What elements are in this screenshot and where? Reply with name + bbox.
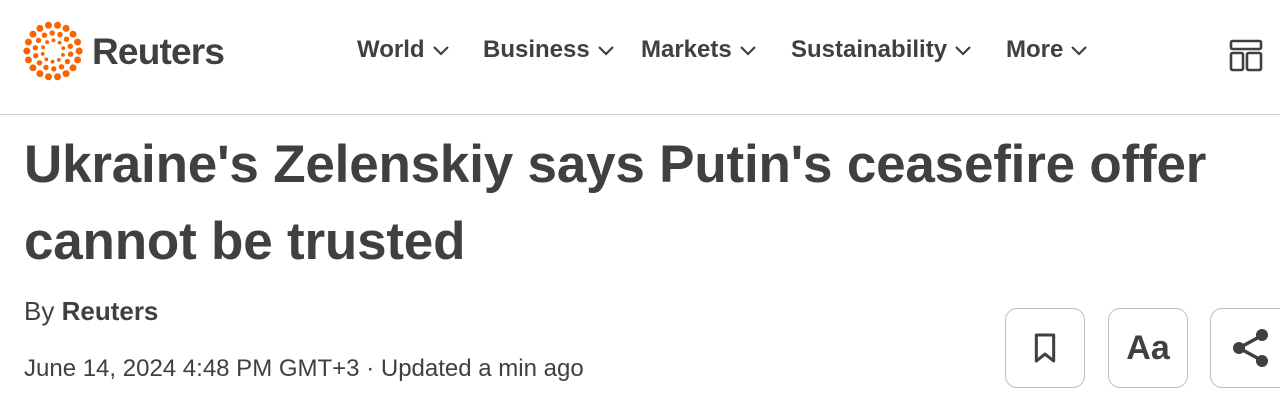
logo-dot (61, 52, 65, 57)
logo-dot (54, 21, 62, 29)
logo-dot (36, 24, 44, 32)
logo-dot (56, 57, 61, 62)
logo-dot (69, 30, 77, 38)
logo-dot (51, 66, 57, 72)
nav-item-label: Markets (641, 36, 732, 63)
site-header: Reuters World Business Markets Sustainab… (0, 0, 1280, 115)
reuters-logo-icon (23, 21, 83, 81)
logo-dot (44, 21, 52, 29)
logo-dot (57, 40, 62, 45)
logo-dot (45, 40, 50, 45)
logo-dot (61, 46, 66, 51)
text-size-label: Aa (1126, 328, 1170, 367)
nav-item-label: Business (483, 36, 590, 63)
nav-item-label: World (357, 36, 425, 63)
logo-dot (44, 57, 49, 62)
nav-item-more[interactable]: More (1006, 36, 1088, 64)
logo-dot (44, 73, 52, 81)
nav-item-business[interactable]: Business (483, 36, 615, 64)
nav-item-label: More (1006, 36, 1064, 63)
article-headline: Ukraine's Zelenskiy says Putin's ceasefi… (24, 135, 1207, 271)
brand-name: Reuters (92, 30, 225, 72)
reuters-logo[interactable]: Reuters (22, 20, 225, 82)
nav-item-world[interactable]: World (357, 36, 450, 64)
share-button[interactable] (1210, 308, 1280, 388)
logo-dot (51, 38, 56, 43)
nav-item-label: Sustainability (791, 36, 948, 63)
chevron-down-icon (432, 46, 449, 56)
logo-dot (41, 32, 48, 38)
byline-prefix: By (24, 296, 55, 326)
logo-dot (24, 56, 32, 64)
nav-item-markets[interactable]: Markets (641, 36, 757, 64)
logo-dot (62, 70, 70, 78)
logo-dot (33, 53, 39, 59)
logo-dot (23, 47, 31, 55)
article-dateline: June 14, 2024 4:48 PM GMT+3 · Updated a … (24, 355, 584, 382)
logo-dot (74, 56, 82, 64)
logo-dot (62, 24, 70, 32)
logo-dot (57, 31, 63, 38)
author-link[interactable]: Reuters (62, 296, 159, 326)
logo-dot (32, 45, 39, 51)
logo-dot (24, 38, 32, 46)
bookmark-icon (1034, 333, 1056, 363)
logo-dot (49, 30, 55, 36)
logo-dot (75, 47, 83, 55)
layout-button[interactable] (1229, 38, 1263, 72)
logo-dot (50, 59, 55, 64)
logo-dot (67, 43, 73, 49)
logo-dot (74, 38, 82, 46)
chevron-down-icon (597, 46, 614, 56)
logo-dot (69, 64, 77, 72)
bookmark-button[interactable] (1005, 308, 1085, 388)
logo-dot (40, 51, 45, 56)
share-icon (1232, 329, 1268, 367)
nav-item-sustainability[interactable]: Sustainability (791, 36, 972, 64)
logo-dot (29, 64, 37, 72)
text-size-button[interactable]: Aa (1108, 308, 1188, 388)
logo-dot (64, 58, 71, 65)
logo-dot (36, 60, 43, 66)
logo-dot (67, 51, 74, 57)
logo-dot (43, 64, 49, 71)
byline: By Reuters (24, 296, 158, 327)
logo-dot (58, 64, 65, 70)
logo-dot (41, 45, 45, 50)
chevron-down-icon (955, 46, 971, 56)
chevron-down-icon (1071, 46, 1088, 56)
logo-dot (54, 73, 62, 81)
logo-dot (35, 37, 42, 44)
logo-dot (63, 36, 70, 42)
layout-grid-icon (1229, 39, 1263, 72)
chevron-down-icon (739, 46, 756, 56)
logo-dot (29, 30, 37, 38)
logo-dot (36, 70, 44, 78)
